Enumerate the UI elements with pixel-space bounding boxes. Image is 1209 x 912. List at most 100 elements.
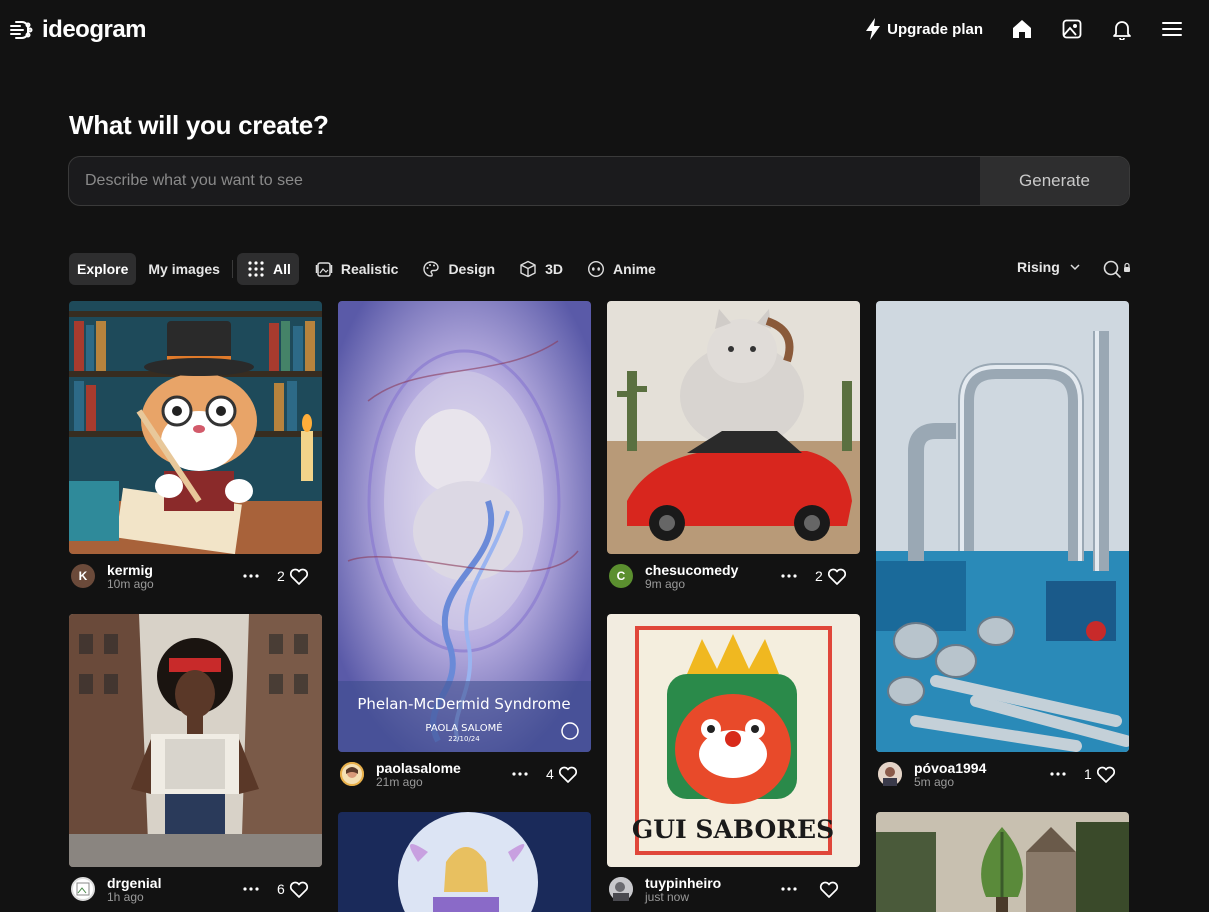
username[interactable]: kermig <box>107 563 154 577</box>
image-card: póvoa1994 5m ago 1 <box>876 301 1129 796</box>
filter-realistic-label: Realistic <box>340 261 399 277</box>
avatar[interactable] <box>609 877 633 901</box>
brand-name: ideogram <box>42 16 147 43</box>
image-title-text: Phelan-McDermid Syndrome <box>357 695 570 713</box>
card-meta: drgenial 1h ago 6 <box>69 867 322 911</box>
avatar[interactable] <box>340 762 364 786</box>
timestamp: 9m ago <box>645 576 686 591</box>
like-button[interactable]: 1 <box>1084 763 1117 785</box>
more-options-button[interactable] <box>241 879 261 899</box>
card-image[interactable] <box>69 301 322 554</box>
cube-icon <box>520 260 536 278</box>
username[interactable]: póvoa1994 <box>914 761 986 775</box>
more-options-button[interactable] <box>1048 764 1068 784</box>
heart-icon <box>819 881 839 898</box>
image-date-text: 22/10/24 <box>448 735 480 743</box>
filter-design[interactable]: Design <box>414 253 503 285</box>
card-meta: paolasalome 21m ago 4 <box>338 752 591 796</box>
card-image[interactable] <box>876 301 1129 752</box>
top-nav: ideogram Upgrade plan <box>0 0 1209 64</box>
like-button[interactable]: 4 <box>546 763 579 785</box>
grid-icon <box>248 261 264 277</box>
broken-image-icon <box>76 882 90 896</box>
filter-anime[interactable]: Anime <box>579 253 664 285</box>
gallery-icon[interactable] <box>1061 18 1083 40</box>
cat-lamborghini-image <box>607 301 860 554</box>
prompt-bar: Generate <box>68 156 1130 206</box>
timestamp: 5m ago <box>914 774 955 789</box>
menu-icon[interactable] <box>1161 18 1183 40</box>
filter-realistic[interactable]: Realistic <box>307 253 407 285</box>
home-icon[interactable] <box>1011 18 1033 40</box>
timestamp: 10m ago <box>107 576 154 591</box>
search-icon[interactable] <box>1101 258 1133 280</box>
sort-label: Rising <box>1017 259 1060 275</box>
filter-design-label: Design <box>448 261 496 277</box>
more-options-button[interactable] <box>510 764 530 784</box>
like-button[interactable]: 6 <box>277 878 310 900</box>
more-options-button[interactable] <box>241 566 261 586</box>
card-image[interactable]: Phelan-McDermid Syndrome PAOLA SALOMÉ 22… <box>338 301 591 752</box>
heart-icon <box>289 568 308 585</box>
ideogram-logo[interactable]: ideogram <box>8 16 147 44</box>
filter-bar: Explore My images All Realistic Design 3… <box>69 253 664 285</box>
image-card: C chesucomedy 9m ago 2 <box>607 301 860 598</box>
filter-all[interactable]: All <box>236 253 299 285</box>
card-image[interactable] <box>69 614 322 867</box>
like-button[interactable]: 2 <box>815 565 848 587</box>
card-meta: tuypinheiro just now <box>607 867 860 911</box>
heart-icon <box>1096 766 1115 783</box>
more-options-button[interactable] <box>779 879 799 899</box>
image-card <box>338 812 591 912</box>
prompt-input[interactable] <box>69 157 980 205</box>
image-card: drgenial 1h ago 6 <box>69 614 322 911</box>
username[interactable]: drgenial <box>107 876 161 890</box>
card-image[interactable] <box>338 812 591 912</box>
heart-icon <box>827 568 846 585</box>
tab-explore[interactable]: Explore <box>69 253 137 285</box>
image-title-text: GUI SABORES <box>632 815 834 844</box>
street-portrait-image <box>69 614 322 867</box>
avatar[interactable]: C <box>609 564 633 588</box>
avatar[interactable] <box>878 762 902 786</box>
avatar[interactable] <box>71 877 95 901</box>
timestamp: 1h ago <box>107 889 144 904</box>
card-image[interactable] <box>876 812 1129 912</box>
filter-anime-label: Anime <box>613 261 656 277</box>
heart-icon <box>558 766 577 783</box>
like-count: 2 <box>277 568 285 584</box>
username[interactable]: chesucomedy <box>645 563 738 577</box>
bolt-icon <box>866 18 881 40</box>
avatar[interactable]: K <box>71 564 95 588</box>
card-meta: póvoa1994 5m ago 1 <box>876 752 1129 796</box>
card-image[interactable] <box>607 301 860 554</box>
like-count: 1 <box>1084 766 1092 782</box>
like-button[interactable]: 2 <box>277 565 310 587</box>
timestamp: just now <box>645 889 690 904</box>
palette-icon <box>423 261 440 277</box>
image-author-text: PAOLA SALOMÉ <box>425 721 502 734</box>
heart-icon <box>289 881 308 898</box>
card-image[interactable]: GUI SABORES <box>607 614 860 867</box>
sort-dropdown[interactable]: Rising <box>1017 259 1082 275</box>
like-button[interactable] <box>815 878 840 900</box>
filter-3d[interactable]: 3D <box>511 253 571 285</box>
more-icon <box>1050 772 1066 776</box>
bell-icon[interactable] <box>1111 18 1133 40</box>
like-count: 2 <box>815 568 823 584</box>
more-options-button[interactable] <box>779 566 799 586</box>
avatar-photo-icon <box>609 877 633 901</box>
username[interactable]: paolasalome <box>376 761 461 775</box>
page-title: What will you create? <box>69 110 329 140</box>
upgrade-plan-button[interactable]: Upgrade plan <box>865 18 983 40</box>
tab-my-images[interactable]: My images <box>140 253 228 285</box>
avatar-face-icon <box>340 762 364 786</box>
logo-icon <box>10 21 33 39</box>
dna-baby-poster-image: Phelan-McDermid Syndrome PAOLA SALOMÉ 22… <box>338 301 591 752</box>
more-icon <box>781 887 797 891</box>
cat-writer-image <box>69 301 322 554</box>
generate-button[interactable]: Generate <box>980 157 1129 205</box>
tree-castle-image <box>876 812 1129 912</box>
username[interactable]: tuypinheiro <box>645 876 721 890</box>
chevron-down-icon <box>1070 264 1080 271</box>
